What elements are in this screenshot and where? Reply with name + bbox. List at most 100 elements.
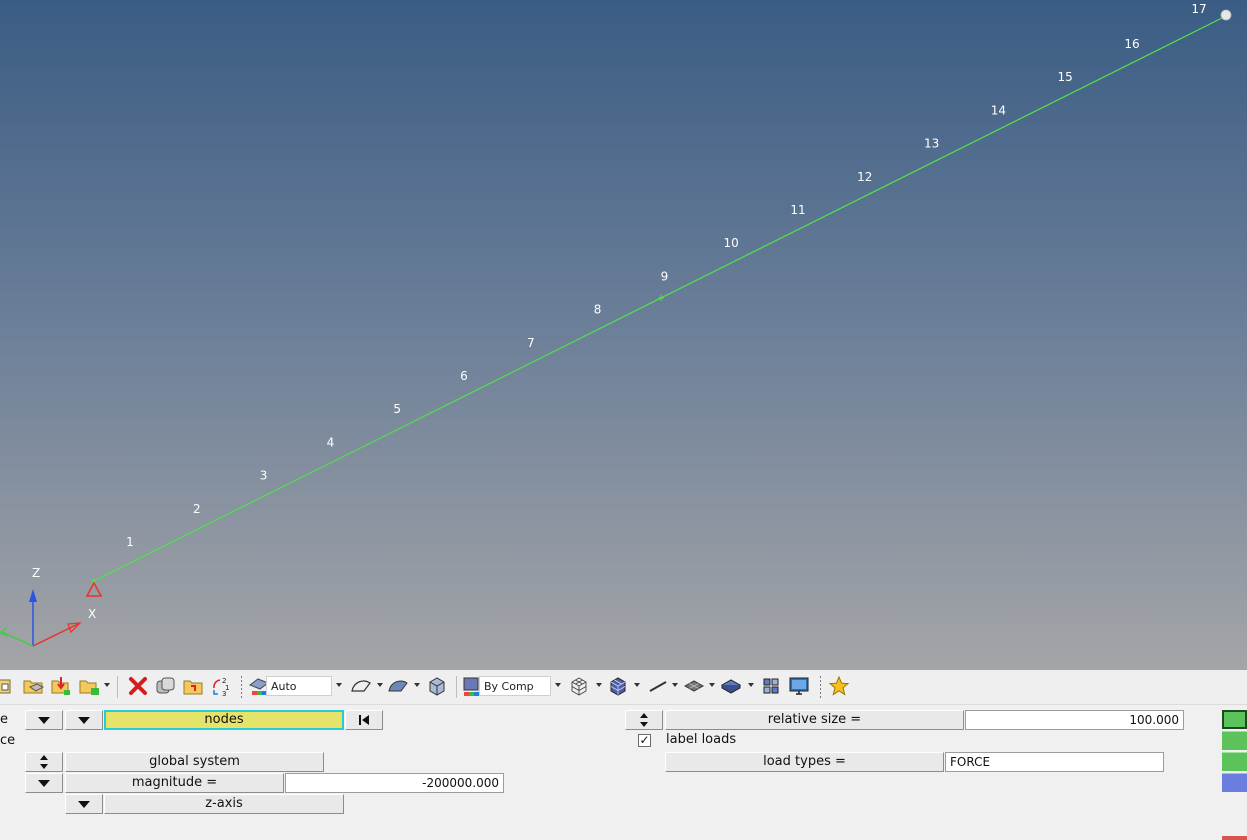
2d-element-icon[interactable] [683, 675, 705, 697]
cut-off-icon[interactable] [0, 675, 22, 697]
1d-element-icon[interactable] [647, 675, 669, 697]
mesh-shaded-caret[interactable] [634, 683, 640, 687]
node-label: 16 [1124, 37, 1139, 51]
triad-z-arrowhead-icon [29, 589, 37, 602]
node-label: 7 [527, 336, 535, 350]
triad-x-axis [32, 623, 79, 647]
collectors-folder-icon[interactable] [182, 675, 204, 697]
cut-off-label-1: e [0, 712, 8, 727]
color-mode-select[interactable]: By Comp [479, 676, 551, 696]
shrink-elements-icon[interactable] [760, 675, 782, 697]
toolbar-separator [241, 676, 242, 698]
node-label: 2 [193, 502, 201, 516]
node-label: 13 [924, 137, 939, 151]
reset-selection-button[interactable] [345, 710, 383, 730]
entity-type-dropdown[interactable] [65, 710, 103, 730]
model-canvas[interactable]: 1234567891011121314151617 Z X [0, 0, 1247, 670]
chevron-down-icon [78, 717, 90, 724]
node-label: 1 [126, 535, 134, 549]
cut-off-label-2: ce [0, 733, 16, 748]
size-toggle[interactable] [625, 710, 663, 730]
node-label-group: 1234567891011121314151617 [126, 2, 1206, 549]
delete-icon[interactable] [127, 675, 149, 697]
mode-toggle-dropdown[interactable] [25, 710, 63, 730]
2d-element-caret[interactable] [709, 683, 715, 687]
side-action-button-4[interactable] [1222, 773, 1247, 792]
chevron-down-icon [38, 780, 50, 787]
node-label: 4 [327, 435, 335, 449]
node-label: 6 [460, 369, 468, 383]
toolbar-separator [820, 676, 821, 698]
1d-element-caret[interactable] [672, 683, 678, 687]
node-label: 11 [790, 203, 805, 217]
3d-element-caret[interactable] [748, 683, 754, 687]
geometry-wire-caret[interactable] [377, 683, 383, 687]
node-label: 3 [260, 469, 268, 483]
node-label: 14 [991, 103, 1006, 117]
geometry-wire-icon[interactable] [350, 675, 372, 697]
magnitude-dropdown[interactable] [25, 773, 63, 793]
skip-back-icon [359, 715, 369, 725]
relative-size-input[interactable]: 100.000 [965, 710, 1184, 730]
display-mode-select[interactable]: Auto [266, 676, 332, 696]
direction-dropdown[interactable] [65, 794, 103, 814]
axis-triad: Z X [0, 566, 96, 647]
triad-y-axis [1, 631, 34, 647]
label-loads-label: label loads [666, 732, 737, 747]
import-icon[interactable] [50, 675, 72, 697]
triad-x-label: X [88, 607, 96, 621]
load-types-label: load types = [665, 752, 944, 772]
toolbar-separator [456, 676, 457, 698]
solid-cube-icon[interactable] [426, 675, 448, 697]
mesh-wire-caret[interactable] [596, 683, 602, 687]
color-mode-caret[interactable] [555, 683, 561, 687]
export-dropdown-caret[interactable] [104, 683, 110, 687]
node-label: 12 [857, 170, 872, 184]
side-status-strip [1222, 836, 1247, 840]
triad-z-label: Z [32, 566, 40, 580]
side-action-button-2[interactable] [1222, 731, 1247, 750]
mid-node-marker[interactable] [658, 295, 664, 301]
toolbar-separator [117, 676, 118, 698]
z-axis-button[interactable]: z-axis [104, 794, 344, 814]
svg-text:3: 3 [222, 690, 226, 697]
chevron-down-icon [78, 801, 90, 808]
monitor-icon[interactable] [788, 675, 810, 697]
display-mode-caret[interactable] [336, 683, 342, 687]
up-down-arrows-icon [639, 713, 649, 727]
3d-element-icon[interactable] [720, 675, 742, 697]
global-system-button[interactable]: global system [65, 752, 324, 772]
chevron-down-icon [38, 717, 50, 724]
constraint-triangle-icon[interactable] [85, 581, 103, 597]
forces-panel: e ce nodes global system magnitude = -20… [0, 705, 1247, 840]
favorite-star-icon[interactable] [828, 675, 850, 697]
up-down-arrows-icon [39, 755, 49, 769]
geometry-shaded-icon[interactable] [387, 675, 409, 697]
node-label: 5 [393, 402, 401, 416]
triad-x-arrowhead-icon [67, 622, 82, 634]
node-label: 9 [661, 269, 669, 283]
label-loads-checkbox[interactable]: ✓ [638, 734, 651, 747]
load-types-input[interactable]: FORCE [945, 752, 1164, 772]
system-toggle[interactable] [25, 752, 63, 772]
node-label: 8 [594, 303, 602, 317]
mesh-wire-icon[interactable] [568, 675, 590, 697]
open-model-icon[interactable] [22, 675, 44, 697]
side-action-button-3[interactable] [1222, 752, 1247, 771]
side-action-button-1[interactable] [1222, 710, 1247, 729]
mesh-shaded-icon[interactable] [607, 675, 629, 697]
node-label: 10 [724, 236, 739, 250]
entity-selector-nodes[interactable]: nodes [104, 710, 344, 730]
organize-icon[interactable] [154, 675, 176, 697]
graphics-viewport[interactable]: 1 2 3 4 5 6 7 8 9 10 11 12 13 14 15 16 17 Z X [0, 0, 1247, 670]
magnitude-label: magnitude = [65, 773, 284, 793]
magnitude-input[interactable]: -200000.000 [285, 773, 504, 793]
export-icon[interactable] [78, 675, 100, 697]
main-toolbar: 2 1 3 Auto By Comp [0, 670, 1247, 705]
node-label: 17 [1191, 2, 1206, 16]
node-label: 15 [1058, 70, 1073, 84]
renumber-icon[interactable]: 2 1 3 [211, 675, 233, 697]
geometry-shaded-caret[interactable] [414, 683, 420, 687]
end-node-sphere[interactable] [1220, 9, 1232, 21]
relative-size-label: relative size = [665, 710, 964, 730]
